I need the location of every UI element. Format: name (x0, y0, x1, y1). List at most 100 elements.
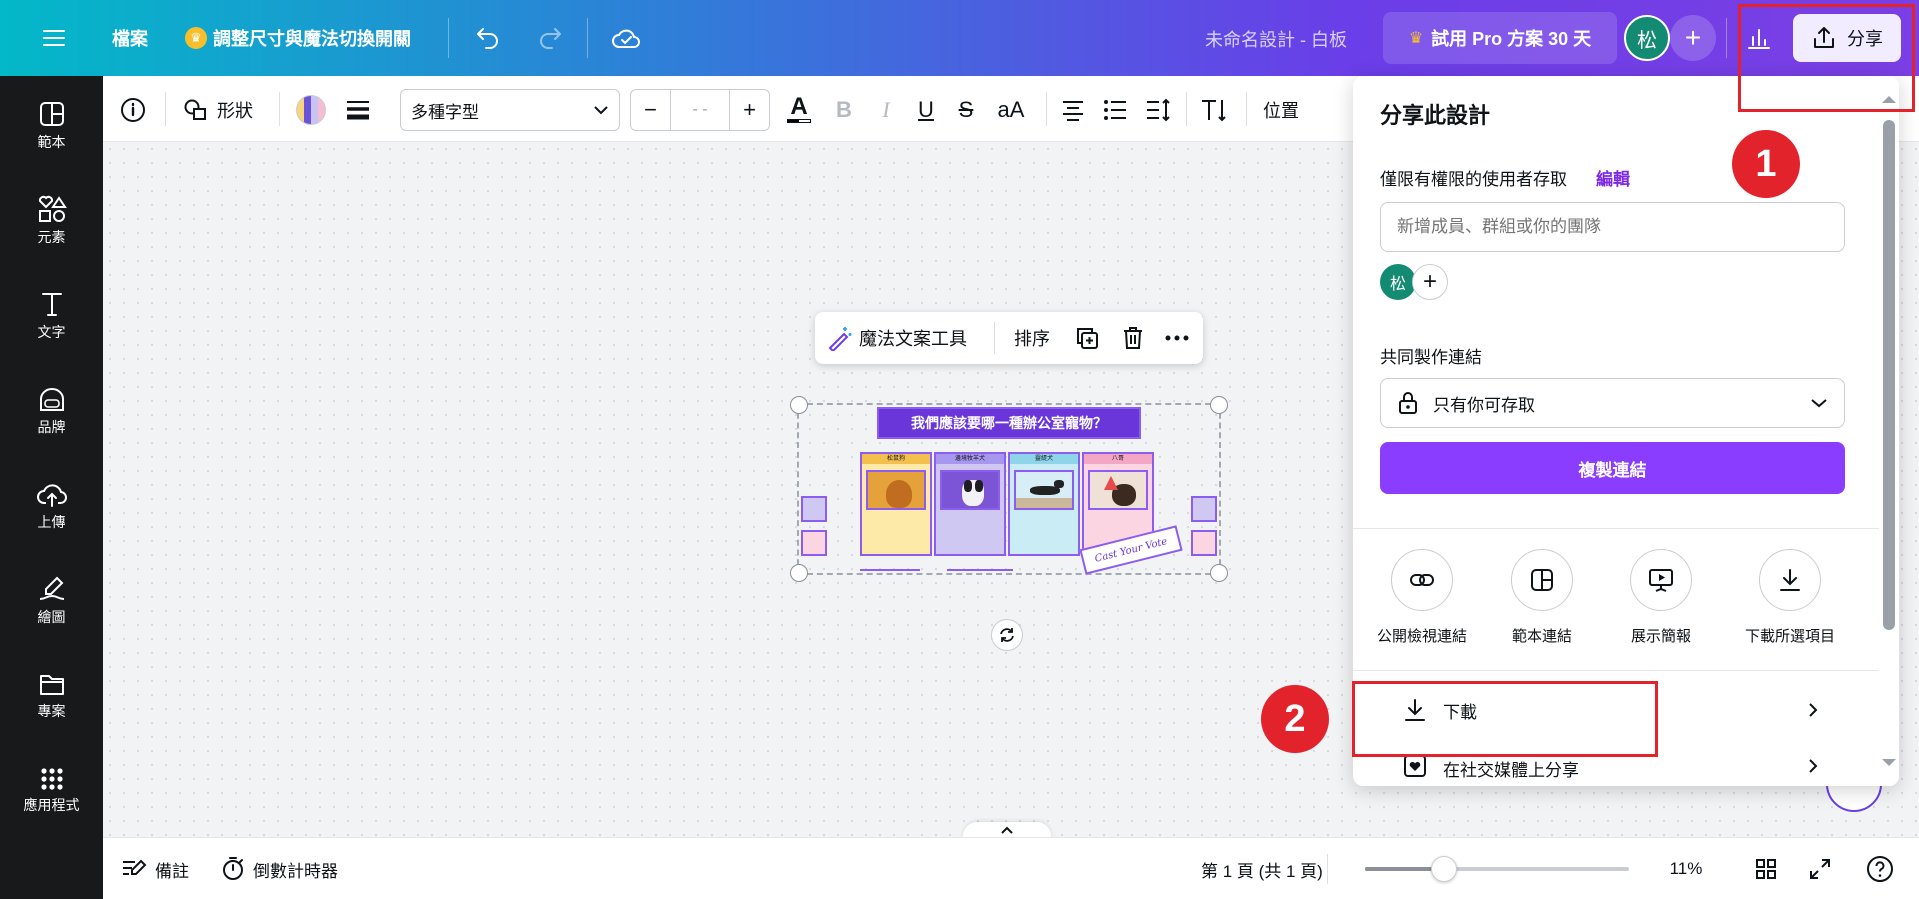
chevron-up-icon (1001, 826, 1013, 834)
sidebar-item-brand[interactable]: 品牌 (0, 371, 103, 451)
notes-button[interactable]: 備註 (121, 852, 189, 886)
decrease-size-button[interactable]: − (631, 90, 671, 130)
copy-link-button[interactable]: 複製連結 (1380, 442, 1845, 494)
link-icon (1391, 549, 1453, 611)
collab-link-label: 共同製作連結 (1380, 348, 1482, 367)
resize-handle[interactable] (1210, 564, 1228, 582)
underline-button[interactable]: U (911, 94, 941, 126)
rotate-handle[interactable] (991, 619, 1023, 651)
panel-scrollbar[interactable] (1879, 76, 1899, 786)
avatar[interactable]: 松 (1624, 15, 1670, 61)
more-options-button[interactable] (1163, 324, 1191, 352)
timer-label: 倒數計時器 (253, 861, 338, 881)
arrange-button[interactable]: 排序 (1014, 322, 1050, 354)
redo-button[interactable] (532, 20, 568, 56)
scrollbar-thumb[interactable] (1883, 120, 1895, 630)
help-button[interactable] (1863, 852, 1897, 886)
undo-button[interactable] (470, 20, 506, 56)
position-button[interactable]: 位置 (1263, 94, 1299, 126)
resize-handle[interactable] (790, 564, 808, 582)
action-label: 下載所選項目 (1744, 628, 1835, 645)
font-family-select[interactable]: 多種字型 (400, 89, 620, 131)
crown-icon: ♛ (185, 27, 207, 49)
timer-button[interactable]: 倒數計時器 (221, 852, 338, 886)
collab-access-value: 只有你可存取 (1433, 395, 1535, 415)
doc-title[interactable]: 未命名設計 - 白板 (1205, 26, 1347, 52)
sidebar-item-text[interactable]: 文字 (0, 276, 103, 356)
font-size-value[interactable]: - - (671, 90, 729, 130)
resize-handle[interactable] (1210, 396, 1228, 414)
notes-label: 備註 (155, 861, 189, 881)
collab-access-select[interactable]: 只有你可存取 (1380, 378, 1845, 428)
heart-icon (1404, 755, 1426, 777)
sidebar-item-uploads[interactable]: 上傳 (0, 466, 103, 546)
share-action-download-selected[interactable]: 下載所選項目 (1725, 549, 1855, 649)
bold-button[interactable]: B (829, 94, 859, 126)
sidebar-item-draw[interactable]: 繪圖 (0, 561, 103, 641)
increase-size-button[interactable]: + (729, 90, 769, 130)
text-color-button[interactable]: A (783, 90, 815, 128)
menu-button[interactable] (36, 20, 72, 56)
edit-access-link[interactable]: 編輯 (1596, 165, 1630, 190)
add-collaborator-button[interactable]: + (1670, 15, 1716, 61)
delete-button[interactable] (1119, 324, 1147, 352)
pro-trial-button[interactable]: ♛ 試用 Pro 方案 30 天 (1383, 12, 1617, 64)
page-indicator[interactable]: 第 1 頁 (共 1 頁) (1201, 852, 1323, 886)
design-title: 我們應該要哪一種辦公室寵物？ (877, 407, 1141, 439)
timer-icon (223, 857, 243, 880)
sidebar-item-apps[interactable]: 應用程式 (0, 751, 103, 831)
invite-input[interactable] (1380, 202, 1845, 252)
align-center-icon (1063, 101, 1083, 121)
resize-handle[interactable] (790, 396, 808, 414)
add-people-button[interactable]: + (1412, 264, 1448, 300)
list-button[interactable] (1100, 95, 1130, 125)
divider (1046, 92, 1047, 126)
shapes-icon (184, 99, 206, 120)
spacing-button[interactable] (1143, 95, 1173, 125)
bullet-list-icon (1104, 100, 1126, 120)
share-action-present[interactable]: 展示簡報 (1606, 549, 1716, 649)
cloud-save-button[interactable] (606, 20, 646, 56)
border-style-button[interactable] (343, 95, 373, 125)
info-button[interactable] (119, 96, 147, 124)
collaborator-avatar[interactable]: 松 (1380, 264, 1416, 300)
shape-button[interactable]: 形狀 (183, 94, 253, 126)
divider (448, 18, 449, 58)
align-button[interactable] (1058, 95, 1088, 125)
annotation-box-share (1738, 4, 1915, 112)
line-spacing-icon (1147, 98, 1170, 122)
shape-label: 形狀 (217, 101, 253, 121)
divider (1353, 670, 1883, 671)
fullscreen-button[interactable] (1803, 852, 1837, 886)
file-menu[interactable]: 檔案 (112, 22, 148, 54)
duplicate-button[interactable] (1073, 324, 1101, 352)
zoom-value[interactable]: 11% (1656, 852, 1716, 886)
divider (279, 92, 280, 126)
annotation-box-download (1352, 681, 1658, 757)
share-action-template-link[interactable]: 範本連結 (1487, 549, 1597, 649)
strikethrough-button[interactable]: S (951, 94, 981, 126)
grid-view-button[interactable] (1749, 852, 1783, 886)
font-size-stepper[interactable]: − - - + (630, 89, 770, 131)
share-panel: 分享此設計 僅限有權限的使用者存取 編輯 松 + 共同製作連結 只有你可存取 複… (1353, 76, 1899, 786)
expand-pages-button[interactable] (963, 822, 1051, 838)
zoom-slider[interactable] (1365, 856, 1629, 882)
letter-case-button[interactable]: aA (991, 94, 1031, 126)
pet-photo (866, 470, 926, 510)
color-swatch-button[interactable] (296, 95, 326, 125)
sidebar-item-templates[interactable]: 範本 (0, 86, 103, 166)
selected-design[interactable]: 我們應該要哪一種辦公室寵物？ 松鼠狗 邊境牧羊犬 靈緹犬 八哥 Cast You… (790, 396, 1228, 582)
redo-icon (540, 28, 561, 49)
side-sticky-note (1191, 496, 1217, 522)
sidebar-item-elements[interactable]: 元素 (0, 181, 103, 261)
text-color-icon: A (790, 93, 808, 120)
design-column: 松鼠狗 (860, 452, 932, 556)
left-sidebar: 範本 元素 文字 品牌 上傳 繪圖 專案 應用程式 (0, 76, 103, 899)
resize-button[interactable]: ♛ 調整尺寸與魔法切換開關 (185, 22, 411, 54)
italic-button[interactable]: I (871, 94, 901, 126)
share-action-public-link[interactable]: 公開檢視連結 (1367, 549, 1477, 649)
zoom-slider-thumb[interactable] (1431, 856, 1457, 882)
sidebar-item-projects[interactable]: 專案 (0, 656, 103, 736)
magic-write-button[interactable]: 魔法文案工具 (827, 322, 967, 354)
text-direction-button[interactable] (1196, 95, 1232, 125)
